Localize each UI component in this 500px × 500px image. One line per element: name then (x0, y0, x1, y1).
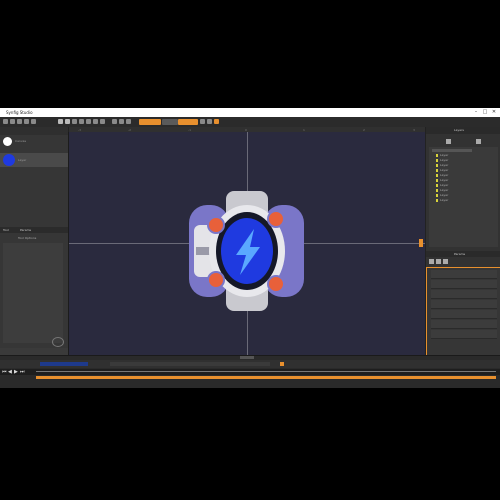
status-bar (240, 356, 254, 359)
layers-list: Layer Layer Layer Layer Layer Layer Laye… (429, 147, 498, 247)
layer-color-swatch (436, 159, 438, 162)
time-slider-track[interactable] (110, 362, 270, 366)
minimize-button[interactable]: – (472, 109, 480, 116)
preview-icon[interactable] (65, 119, 70, 124)
layers-panel: Layers Layer Layer Layer Layer Layer Lay… (425, 127, 500, 357)
save-icon[interactable] (17, 119, 22, 124)
layer-color-swatch (436, 174, 438, 177)
layer-item[interactable]: Layer (436, 173, 476, 177)
toolbar-field-2[interactable] (162, 119, 178, 125)
seek-start-icon[interactable]: ⏮ (2, 369, 7, 375)
param-row[interactable] (431, 290, 497, 299)
tab-tool[interactable]: Tool (3, 228, 9, 232)
time-field[interactable] (40, 362, 88, 366)
synfig-window: Synfig Studio – □ ✕ -3 -2 -1 0 1 2 3 Can… (0, 108, 500, 388)
redo-icon[interactable] (31, 119, 36, 124)
timeline-range-bar[interactable] (36, 376, 496, 379)
layer-item[interactable]: Layer (436, 168, 476, 172)
toolbar-field-1[interactable] (139, 119, 161, 125)
toolbar-accent-icon[interactable] (214, 119, 219, 124)
param-row[interactable] (431, 320, 497, 329)
blue-circle-thumbnail-icon[interactable] (3, 154, 15, 166)
layers-list-header (432, 149, 472, 152)
canvas-thumbnail-icon[interactable] (3, 137, 12, 146)
playback-bar: ⏮ ◀ ▶ ⏭ (0, 369, 500, 375)
maximize-button[interactable]: □ (481, 109, 489, 116)
tab-layers[interactable]: Layers (454, 128, 464, 132)
canvas-browser-panel: Canvas Layer Tool Params Tool Options (0, 127, 69, 348)
layer-item[interactable]: Layer (436, 163, 476, 167)
lowres-icon[interactable] (100, 119, 105, 124)
step-back-icon[interactable]: ◀ (8, 369, 12, 375)
layer-item-label[interactable]: Layer (18, 158, 26, 162)
undo-icon[interactable] (24, 119, 29, 124)
layer-item[interactable]: Layer (436, 193, 476, 197)
layer-color-swatch (436, 184, 438, 187)
param-row[interactable] (431, 330, 497, 339)
panel-header (0, 127, 68, 135)
timeline-panel: ⏮ ◀ ▶ ⏭ (0, 355, 500, 388)
layer-item[interactable]: Layer (436, 198, 476, 202)
window-title: Synfig Studio (6, 110, 33, 115)
tool-options-label: Tool Options (18, 236, 37, 240)
params-list (426, 267, 500, 357)
layer-color-swatch (436, 179, 438, 182)
layers-header: Layers (426, 127, 500, 134)
orange-dot-bottom-right (267, 275, 285, 293)
onion-skin-icon[interactable] (86, 119, 91, 124)
tool-tabs: Tool Params (0, 227, 68, 233)
tab-params[interactable]: Params (20, 228, 31, 232)
quality-icon[interactable] (93, 119, 98, 124)
layer-item[interactable]: Layer (436, 153, 476, 157)
layer-lower-icon[interactable] (476, 139, 481, 144)
tool-dial-icon[interactable] (52, 337, 64, 347)
seek-end-icon[interactable]: ⏭ (20, 369, 25, 375)
layer-color-swatch (436, 194, 438, 197)
open-file-icon[interactable] (10, 119, 15, 124)
new-file-icon[interactable] (3, 119, 8, 124)
layer-color-swatch (436, 154, 438, 157)
timebar-controls (0, 360, 500, 368)
params-icon-1[interactable] (429, 259, 434, 264)
layer-raise-icon[interactable] (446, 139, 451, 144)
toolbar-option-icon-2[interactable] (207, 119, 212, 124)
tool-options-area (3, 243, 63, 343)
orange-dot-bottom-left (207, 271, 225, 289)
timeline-scale[interactable] (36, 371, 496, 372)
param-row[interactable] (431, 270, 497, 279)
orange-dot-top-right (267, 210, 285, 228)
title-bar: Synfig Studio – □ ✕ (0, 108, 500, 117)
badge-artwork[interactable] (184, 187, 310, 313)
layer-item[interactable]: Layer (436, 183, 476, 187)
grid-icon[interactable] (72, 119, 77, 124)
params-header: Params (426, 251, 500, 257)
orange-dot-top-left (207, 216, 225, 234)
layer-color-swatch (436, 189, 438, 192)
render-icon[interactable] (58, 119, 63, 124)
layer-color-swatch (436, 164, 438, 167)
layer-color-swatch (436, 199, 438, 202)
param-row[interactable] (431, 300, 497, 309)
layer-color-swatch (436, 169, 438, 172)
canvas-item-label[interactable]: Canvas (15, 139, 26, 143)
params-icon-2[interactable] (436, 259, 441, 264)
keyframe-lock-icon[interactable] (280, 362, 284, 366)
layer-item[interactable]: Layer (436, 188, 476, 192)
toolbar-field-3[interactable] (178, 119, 198, 125)
close-button[interactable]: ✕ (490, 109, 498, 116)
layer-item[interactable]: Layer (436, 158, 476, 162)
fit-icon[interactable] (119, 119, 124, 124)
param-row[interactable] (431, 310, 497, 319)
layer-item[interactable]: Layer (436, 178, 476, 182)
params-icon-3[interactable] (443, 259, 448, 264)
param-row[interactable] (431, 280, 497, 289)
snap-icon[interactable] (79, 119, 84, 124)
tab-params[interactable]: Params (454, 252, 465, 256)
zoom-icon[interactable] (112, 119, 117, 124)
toolbar-option-icon[interactable] (200, 119, 205, 124)
canvas-viewport[interactable] (68, 132, 426, 355)
play-icon[interactable]: ▶ (14, 369, 18, 375)
pan-icon[interactable] (126, 119, 131, 124)
canvas-edge-handle[interactable] (419, 239, 423, 247)
